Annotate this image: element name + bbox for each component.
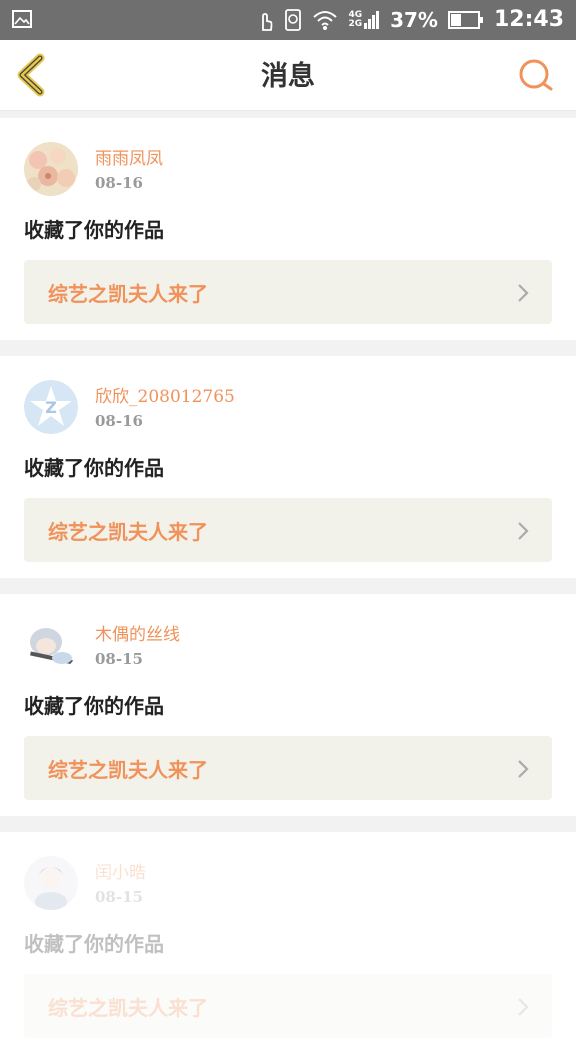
battery-icon [447, 10, 483, 29]
message-text: 收藏了你的作品 [24, 218, 164, 242]
clock: 12:43 [493, 7, 564, 32]
message-date: 08-16 [95, 174, 143, 192]
message-text: 收藏了你的作品 [24, 456, 164, 480]
default-z-avatar-icon: Z [24, 380, 78, 434]
avatar[interactable] [24, 618, 78, 672]
avatar[interactable] [24, 142, 78, 196]
username[interactable]: 欣欣_208012765 [95, 382, 235, 407]
faded-content: 闰小晧 08-15 收藏了你的作品 综艺之凯夫人来了 [0, 832, 576, 1054]
anime-avatar-2-icon [24, 856, 78, 910]
nav-bar: 消息 [0, 40, 576, 111]
username[interactable]: 雨雨凤凤 [95, 144, 163, 169]
message-card: 雨雨凤凤 08-16 收藏了你的作品 综艺之凯夫人来了 [0, 118, 576, 340]
work-title: 综艺之凯夫人来了 [48, 996, 208, 1020]
search-button[interactable] [516, 56, 556, 96]
message-date: 08-15 [95, 650, 143, 668]
signal-bars-icon [364, 10, 380, 29]
avatar[interactable]: Z [24, 380, 78, 434]
chevron-right-icon [518, 760, 529, 778]
work-link[interactable]: 综艺之凯夫人来了 [24, 736, 552, 800]
message-text: 收藏了你的作品 [24, 932, 164, 956]
work-link[interactable]: 综艺之凯夫人来了 [24, 974, 552, 1038]
battery-percent: 37% [390, 7, 438, 32]
chevron-right-icon [518, 522, 529, 540]
work-link[interactable]: 综艺之凯夫人来了 [24, 260, 552, 324]
chevron-right-icon [518, 998, 529, 1016]
username[interactable]: 木偶的丝线 [95, 620, 180, 645]
svg-text:Z: Z [45, 398, 57, 417]
wifi-icon [313, 10, 338, 30]
message-date: 08-16 [95, 412, 143, 430]
touch-icon [262, 12, 273, 31]
message-text: 收藏了你的作品 [24, 694, 164, 718]
chevron-right-icon [518, 284, 529, 302]
gallery-icon [12, 10, 32, 28]
work-title: 综艺之凯夫人来了 [48, 758, 208, 782]
message-card: Z 欣欣_208012765 08-16 收藏了你的作品 综艺之凯夫人来了 [0, 356, 576, 578]
message-card: 闰小晧 08-15 收藏了你的作品 综艺之凯夫人来了 [0, 832, 576, 1054]
work-title: 综艺之凯夫人来了 [48, 520, 208, 544]
message-date: 08-15 [95, 888, 143, 906]
status-bar: 4G 2G 37% 12:43 [0, 0, 576, 40]
work-link[interactable]: 综艺之凯夫人来了 [24, 498, 552, 562]
signal-indicator: 4G 2G [348, 10, 380, 29]
nfc-icon [285, 8, 302, 31]
page-title: 消息 [261, 61, 315, 92]
flower-avatar-icon [24, 142, 78, 196]
username[interactable]: 闰小晧 [95, 858, 146, 883]
work-title: 综艺之凯夫人来了 [48, 282, 208, 306]
message-card: 木偶的丝线 08-15 收藏了你的作品 综艺之凯夫人来了 [0, 594, 576, 816]
avatar[interactable] [24, 856, 78, 910]
network-type-bottom: 2G [348, 18, 363, 29]
anime-avatar-icon [24, 618, 78, 672]
